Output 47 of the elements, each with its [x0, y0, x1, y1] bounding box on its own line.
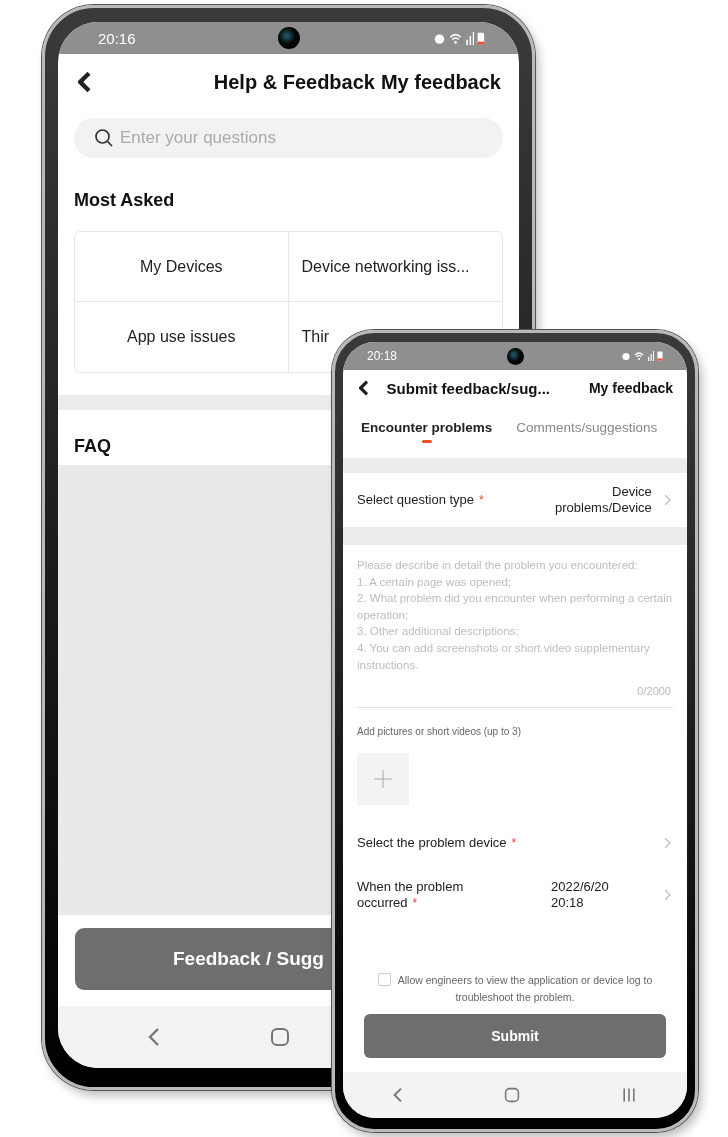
page-title: Help & Feedback: [213, 70, 375, 94]
back-icon[interactable]: [78, 71, 92, 93]
chevron-right-icon: [663, 494, 671, 506]
section-title: FAQ: [74, 436, 112, 457]
row-value: 2022/6/20 20:18: [551, 878, 610, 912]
search-icon: [94, 128, 114, 148]
form-row[interactable]: When the problem occurred * 2022/6/20 20:18: [343, 865, 687, 925]
battery-icon: [657, 351, 663, 361]
status-time: 20:16: [98, 29, 136, 47]
front-camera: [277, 27, 300, 49]
topic-item[interactable]: My Devices: [75, 232, 289, 302]
page-title: Submit feedback/sug...: [386, 379, 550, 397]
home-icon[interactable]: [270, 1027, 290, 1047]
back-icon[interactable]: [359, 380, 369, 396]
row-label: When the problem occurred *: [357, 878, 465, 912]
feedback-button[interactable]: Feedback / Sugg: [75, 928, 331, 990]
wifi-icon: [634, 351, 644, 361]
tab[interactable]: Comments/suggestions: [516, 420, 658, 443]
wifi-icon: [449, 31, 463, 45]
my-feedback-link[interactable]: My feedback: [588, 380, 673, 396]
checkbox[interactable]: [377, 973, 391, 986]
topic-item[interactable]: Device networking iss...: [288, 232, 502, 302]
chevron-right-icon: [663, 889, 671, 901]
signal-icon: [465, 31, 475, 45]
topic-item[interactable]: App use issues: [75, 302, 289, 372]
character-counter: 0/2000: [637, 685, 671, 697]
tab[interactable]: Encounter problems: [361, 420, 493, 443]
status-time: 20:18: [367, 349, 398, 363]
search-field[interactable]: Enter your questions: [74, 118, 503, 158]
chevron-right-icon: [663, 837, 671, 849]
my-feedback-link[interactable]: My feedback: [380, 70, 501, 94]
form-row[interactable]: Select the problem device *: [343, 821, 687, 865]
row-label: Select the problem device *: [357, 834, 517, 852]
front-camera: [506, 347, 524, 365]
home-icon[interactable]: [503, 1087, 520, 1103]
row-label: Select question type *: [357, 491, 484, 509]
row-value: Device problems/Device: [554, 483, 652, 517]
attachments-label: Add pictures or short videos (up to 3): [357, 726, 522, 737]
plus-icon: [374, 770, 392, 788]
topic-item[interactable]: Thir: [288, 302, 330, 372]
submit-button[interactable]: Submit: [364, 1014, 666, 1058]
question-type-row[interactable]: Select question type * Device problems/Device: [343, 473, 687, 527]
recents-icon[interactable]: [620, 1087, 637, 1103]
signal-icon: [647, 351, 654, 361]
section-title: Most Asked: [74, 190, 176, 211]
consent-text: Allow engineers to view the application or device log to troubleshoot the problem.: [397, 974, 653, 1003]
battery-icon: [477, 31, 485, 45]
